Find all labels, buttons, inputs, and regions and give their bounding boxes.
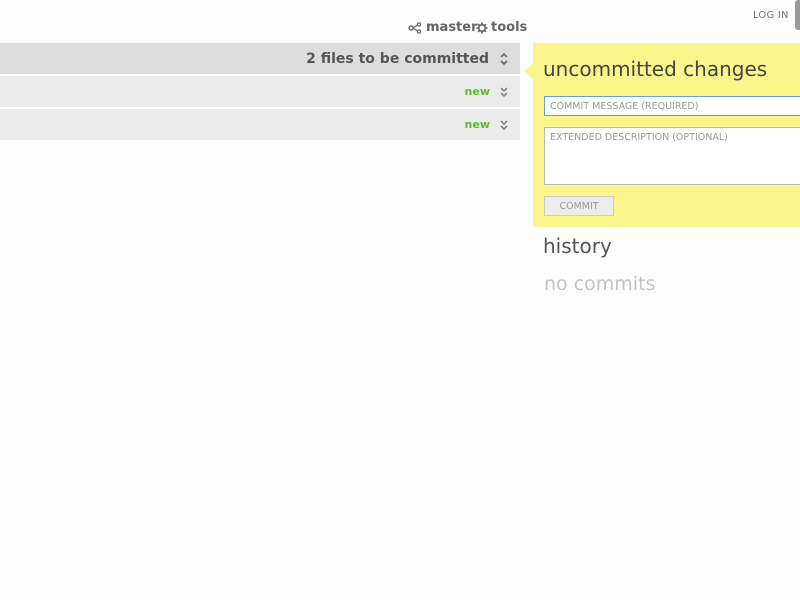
scrollbar-handle[interactable] bbox=[795, 0, 800, 30]
tools-menu[interactable]: tools bbox=[476, 20, 527, 35]
branch-selector[interactable]: master bbox=[408, 20, 478, 35]
file-status-badge: new bbox=[464, 85, 490, 98]
chevron-up-down-icon[interactable] bbox=[498, 51, 510, 67]
login-link[interactable]: LOG IN bbox=[753, 10, 789, 21]
files-summary-text: 2 files to be committed bbox=[306, 51, 489, 67]
app-page: master tools LOG IN 2 files to be commit… bbox=[0, 0, 800, 600]
top-bar: master tools LOG IN bbox=[0, 0, 800, 42]
chevron-double-down-icon[interactable] bbox=[498, 118, 510, 132]
commit-button[interactable]: COMMIT bbox=[544, 196, 614, 216]
commit-panel: uncommitted changes COMMIT bbox=[524, 43, 800, 227]
chevron-double-down-icon[interactable] bbox=[498, 85, 510, 99]
file-row[interactable]: new bbox=[0, 76, 520, 107]
history-empty-text: no commits bbox=[544, 273, 656, 295]
commit-panel-title: uncommitted changes bbox=[543, 57, 768, 81]
branch-label: master bbox=[426, 20, 478, 35]
panel-pointer bbox=[524, 63, 533, 79]
commit-description-input[interactable] bbox=[544, 127, 800, 185]
files-summary-bar[interactable]: 2 files to be committed bbox=[0, 43, 520, 74]
tools-label: tools bbox=[491, 20, 528, 35]
file-status-badge: new bbox=[464, 118, 490, 131]
branch-icon bbox=[408, 21, 422, 34]
history-title: history bbox=[543, 234, 612, 258]
gear-icon bbox=[476, 22, 488, 34]
commit-message-input[interactable] bbox=[544, 96, 800, 116]
file-row[interactable]: new bbox=[0, 109, 520, 140]
